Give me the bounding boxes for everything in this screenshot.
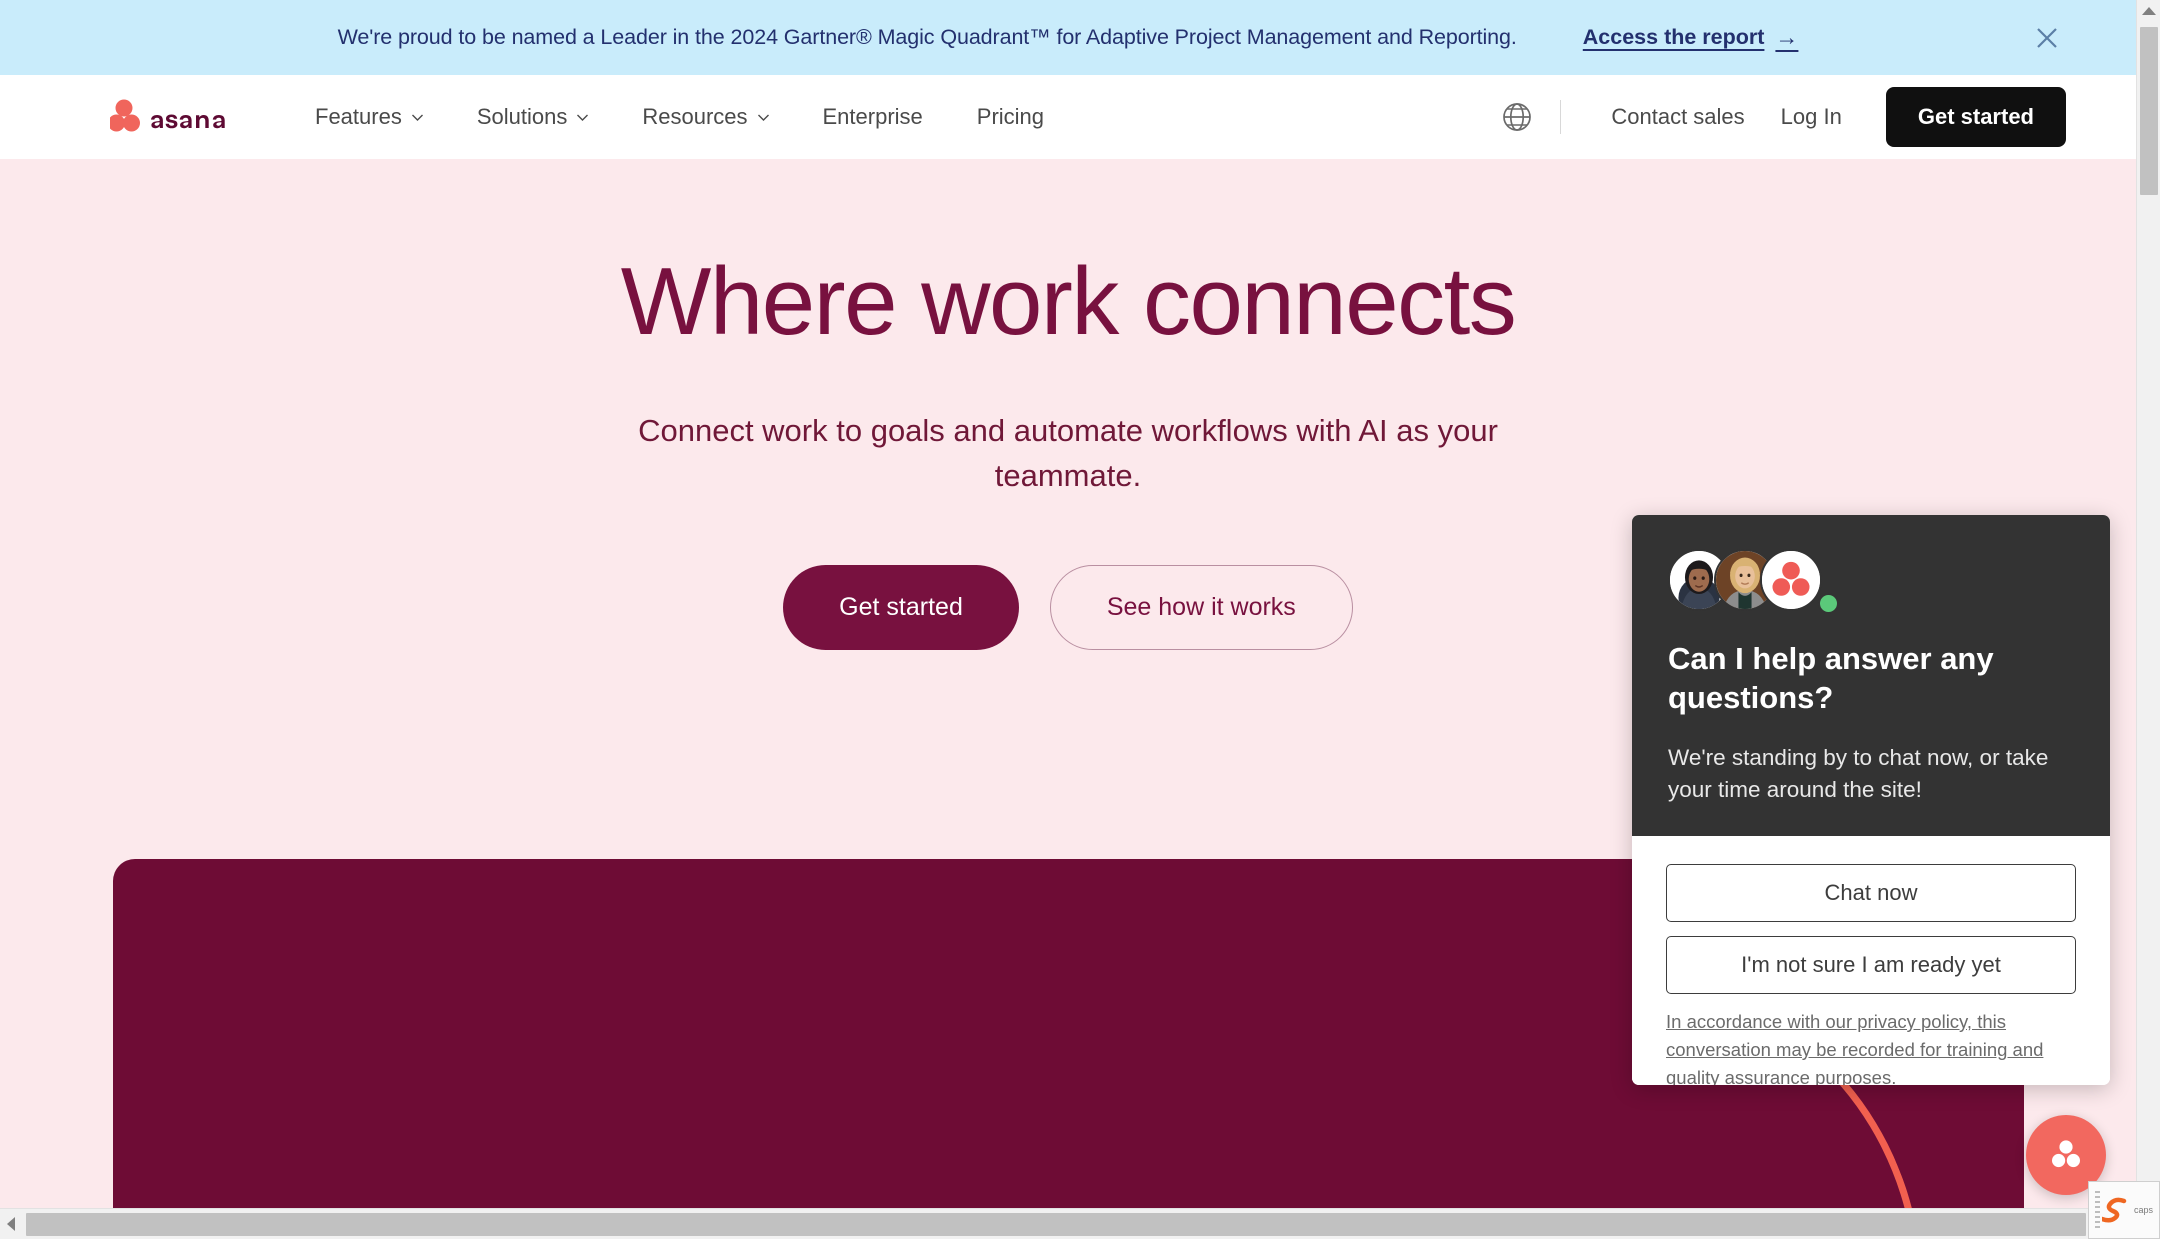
language-selector-button[interactable] bbox=[1500, 100, 1534, 134]
main-navigation: Features Solutions Resources Enterprise … bbox=[0, 75, 2136, 159]
chat-widget-message: We're standing by to chat now, or take y… bbox=[1668, 745, 2049, 803]
nav-item-pricing-label: Pricing bbox=[976, 104, 1045, 129]
chat-now-button[interactable]: Chat now bbox=[1666, 863, 2076, 922]
access-report-link[interactable]: Access the report → bbox=[1583, 24, 1799, 51]
contact-sales-link[interactable]: Contact sales bbox=[1593, 104, 1762, 130]
vertical-scrollbar[interactable] bbox=[2136, 0, 2160, 1208]
browser-page: We're proud to be named a Leader in the … bbox=[0, 0, 2160, 1239]
asana-logo-avatar bbox=[1760, 549, 1822, 611]
online-status-indicator bbox=[1818, 593, 1839, 614]
not-ready-button[interactable]: I'm not sure I am ready yet bbox=[1666, 935, 2076, 994]
chat-widget-header: Can I help answer any questions? We're s… bbox=[1632, 515, 2110, 836]
close-icon bbox=[2037, 27, 2057, 48]
nav-links: Features Solutions Resources Enterprise … bbox=[288, 104, 1071, 130]
chevron-down-icon bbox=[411, 111, 423, 123]
announcement-banner: We're proud to be named a Leader in the … bbox=[0, 0, 2136, 75]
page-viewport: We're proud to be named a Leader in the … bbox=[0, 0, 2136, 1208]
nav-item-features-label: Features bbox=[315, 104, 402, 129]
snagit-icon bbox=[2102, 1197, 2127, 1223]
screen-capture-widget[interactable]: caps bbox=[2088, 1181, 2160, 1239]
get-started-button-nav[interactable]: Get started bbox=[1885, 87, 2066, 147]
scroll-up-button[interactable] bbox=[2137, 0, 2160, 22]
nav-item-enterprise[interactable]: Enterprise bbox=[796, 104, 950, 130]
nav-item-solutions-label: Solutions bbox=[476, 104, 568, 129]
agent-avatar-group bbox=[1668, 549, 2074, 614]
chat-privacy-link[interactable]: In accordance with our privacy policy, t… bbox=[1666, 1008, 2076, 1085]
vertical-scrollbar-thumb[interactable] bbox=[2140, 27, 2158, 195]
chevron-down-icon bbox=[757, 111, 769, 123]
nav-actions: Contact sales Log In Get started bbox=[1500, 87, 2066, 147]
hero-subtitle: Connect work to goals and automate workf… bbox=[638, 412, 1498, 493]
get-started-button-hero[interactable]: Get started bbox=[783, 564, 1019, 650]
see-how-it-works-button[interactable]: See how it works bbox=[1049, 564, 1353, 650]
asana-logo[interactable] bbox=[110, 97, 238, 137]
login-link[interactable]: Log In bbox=[1763, 104, 1860, 130]
asana-logo-icon bbox=[110, 99, 225, 132]
nav-item-pricing[interactable]: Pricing bbox=[950, 104, 1071, 130]
nav-item-solutions[interactable]: Solutions bbox=[450, 104, 616, 130]
nav-item-resources-label: Resources bbox=[642, 104, 748, 129]
asana-chat-icon bbox=[2052, 1140, 2080, 1168]
nav-divider bbox=[1560, 100, 1562, 134]
chat-widget: Can I help answer any questions? We're s… bbox=[1632, 515, 2110, 1085]
horizontal-scrollbar[interactable] bbox=[0, 1208, 2160, 1239]
globe-icon bbox=[1503, 103, 1532, 131]
triangle-up-icon bbox=[2141, 7, 2156, 15]
horizontal-scrollbar-thumb[interactable] bbox=[26, 1213, 2086, 1236]
scroll-left-button[interactable] bbox=[0, 1209, 22, 1239]
nav-item-features[interactable]: Features bbox=[288, 104, 450, 130]
banner-close-button[interactable] bbox=[2032, 23, 2062, 53]
capture-widget-label: caps bbox=[2134, 1204, 2154, 1215]
triangle-left-icon bbox=[7, 1217, 15, 1231]
chevron-down-icon bbox=[576, 111, 589, 123]
access-report-label: Access the report bbox=[1582, 25, 1765, 49]
nav-item-enterprise-label: Enterprise bbox=[822, 104, 923, 129]
asana-logo-icon bbox=[1762, 551, 1820, 609]
chat-widget-actions: Chat now I'm not sure I am ready yet In … bbox=[1632, 835, 2110, 1085]
page-title: Where work connects bbox=[620, 248, 1517, 355]
drag-handle[interactable] bbox=[2095, 1191, 2100, 1229]
nav-item-resources[interactable]: Resources bbox=[615, 104, 795, 130]
chat-widget-heading: Can I help answer any questions? bbox=[1668, 641, 1994, 716]
banner-message: We're proud to be named a Leader in the … bbox=[337, 25, 1517, 49]
arrow-right-icon: → bbox=[1775, 24, 1799, 50]
